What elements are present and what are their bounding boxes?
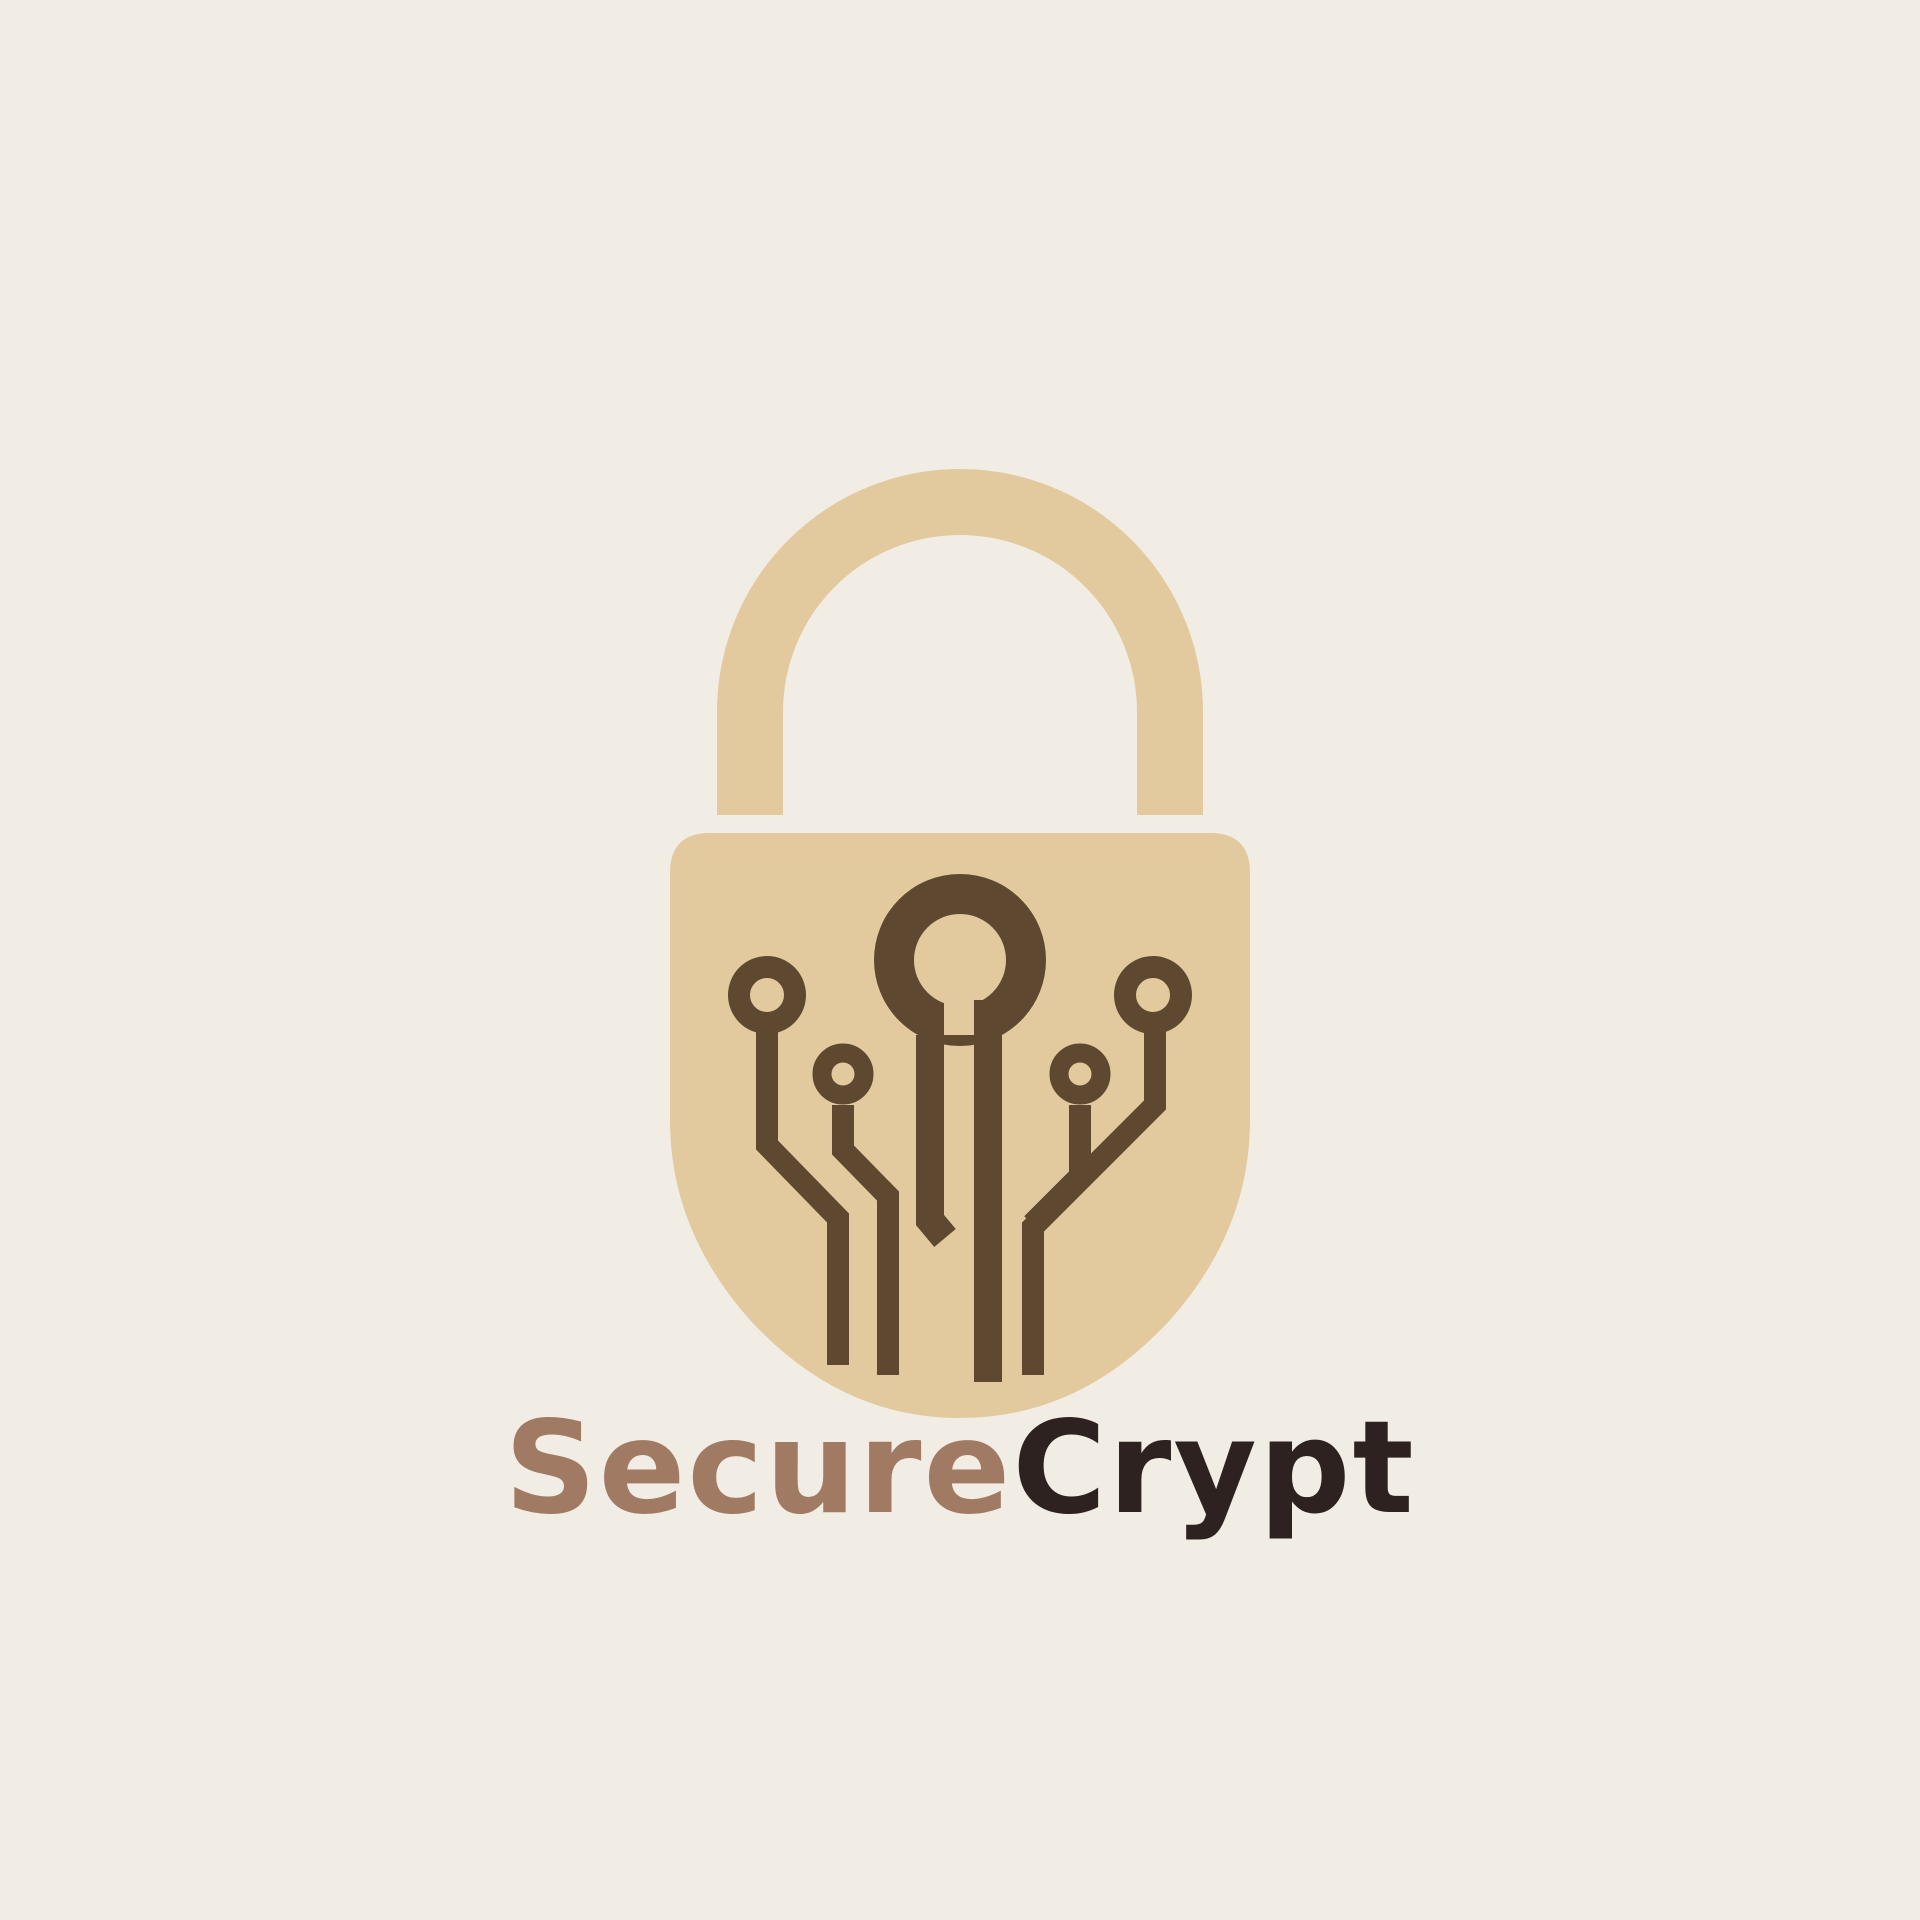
brand-name-part-2: Crypt <box>1012 1394 1416 1543</box>
brand-name-part-1: Secure <box>504 1394 1013 1543</box>
padlock-shackle <box>717 469 1203 815</box>
padlock-circuit-icon <box>670 469 1250 1418</box>
keyhole-stem-left <box>916 1035 956 1247</box>
brand-wordmark: SecureCrypt <box>0 1405 1920 1533</box>
logo-canvas: SecureCrypt <box>0 0 1920 1920</box>
keyhole-slot <box>944 985 974 1035</box>
